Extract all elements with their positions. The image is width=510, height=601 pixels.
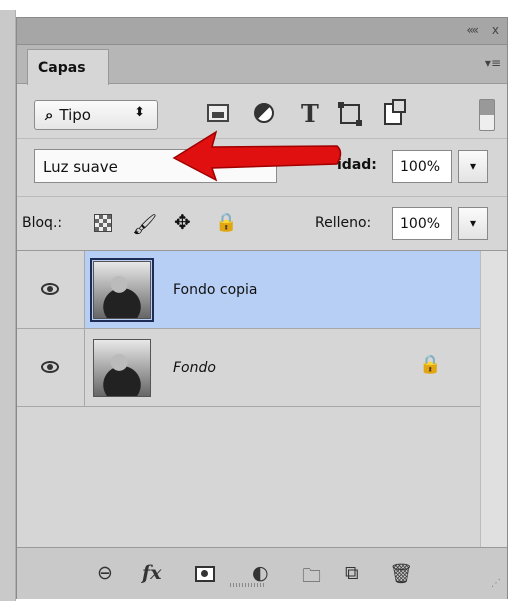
lock-row: Bloq.: 🖌 ✥ 🔒 Relleno: 100% ▾ xyxy=(17,197,507,251)
filter-kind-label: Tipo xyxy=(59,106,91,124)
layer-row-fondo-copia[interactable]: Fondo copia xyxy=(17,251,480,329)
panel-menu-icon[interactable]: ▾≡ xyxy=(485,56,501,70)
trash-icon[interactable]: 🗑 xyxy=(389,562,413,585)
visibility-cell[interactable] xyxy=(17,251,85,328)
tab-row: Capas ▾≡ xyxy=(17,45,507,85)
lock-transparency-icon[interactable] xyxy=(94,214,112,232)
visibility-cell[interactable] xyxy=(17,329,85,406)
lock-position-icon[interactable]: ✥ xyxy=(174,210,191,234)
lock-pixels-icon[interactable]: 🖌 xyxy=(132,212,157,236)
layer-thumbnail xyxy=(93,339,151,397)
close-icon[interactable]: x xyxy=(492,23,499,37)
fill-dropdown-icon[interactable]: ▾ xyxy=(458,207,488,240)
layer-row-fondo[interactable]: Fondo 🔒 xyxy=(17,329,480,407)
fx-icon[interactable]: fx xyxy=(142,562,162,584)
pixel-layer-filter-icon[interactable] xyxy=(207,104,229,122)
lock-all-icon[interactable]: 🔒 xyxy=(215,212,237,233)
lock-label: Bloq.: xyxy=(22,215,63,231)
filter-kind-select[interactable]: ⌕ Tipo ⬍ xyxy=(34,100,158,130)
shape-layer-filter-icon[interactable] xyxy=(338,102,362,126)
tab-layers[interactable]: Capas xyxy=(27,49,109,85)
adjustment-layer-filter-icon[interactable] xyxy=(254,103,274,123)
left-dock-strip xyxy=(0,10,16,601)
new-layer-icon[interactable]: ⧉ xyxy=(345,562,359,584)
eye-icon[interactable] xyxy=(41,361,59,373)
vertical-scrollbar[interactable] xyxy=(480,251,507,547)
fill-input[interactable]: 100% xyxy=(392,207,452,240)
resize-grip-icon[interactable]: ⋰ xyxy=(491,578,501,589)
updown-icon: ⬍ xyxy=(134,105,145,120)
link-layers-icon[interactable]: ⊖ xyxy=(97,562,113,584)
search-icon: ⌕ xyxy=(45,106,54,124)
type-layer-filter-icon[interactable]: T xyxy=(301,99,319,128)
bottom-toolbar: ⊖ fx ◐ 🗀 ⧉ 🗑 ⋰ xyxy=(17,547,507,599)
red-arrow-annotation xyxy=(172,130,342,182)
lock-icon[interactable]: 🔒 xyxy=(419,354,441,375)
add-mask-icon[interactable] xyxy=(195,566,215,582)
panel-titlebar: «« x xyxy=(17,18,507,45)
filter-toggle[interactable] xyxy=(479,99,495,131)
layer-thumbnail xyxy=(90,258,154,322)
collapse-icon[interactable]: «« xyxy=(466,23,479,37)
layers-panel: «« x Capas ▾≡ ⌕ Tipo ⬍ T Luz suave idad: … xyxy=(16,17,508,599)
layers-list: Fondo copia Fondo 🔒 xyxy=(17,251,480,547)
opacity-input[interactable]: 100% xyxy=(392,150,452,183)
layer-name[interactable]: Fondo xyxy=(173,360,216,376)
layer-name[interactable]: Fondo copia xyxy=(173,282,258,298)
panel-resize-handle[interactable] xyxy=(230,583,264,587)
folder-icon[interactable]: 🗀 xyxy=(302,562,321,594)
eye-icon[interactable] xyxy=(41,283,59,295)
smart-object-filter-icon[interactable] xyxy=(384,99,406,125)
fill-label: Relleno: xyxy=(315,215,372,231)
opacity-dropdown-icon[interactable]: ▾ xyxy=(458,150,488,183)
adjustment-layer-icon[interactable]: ◐ xyxy=(252,562,269,584)
